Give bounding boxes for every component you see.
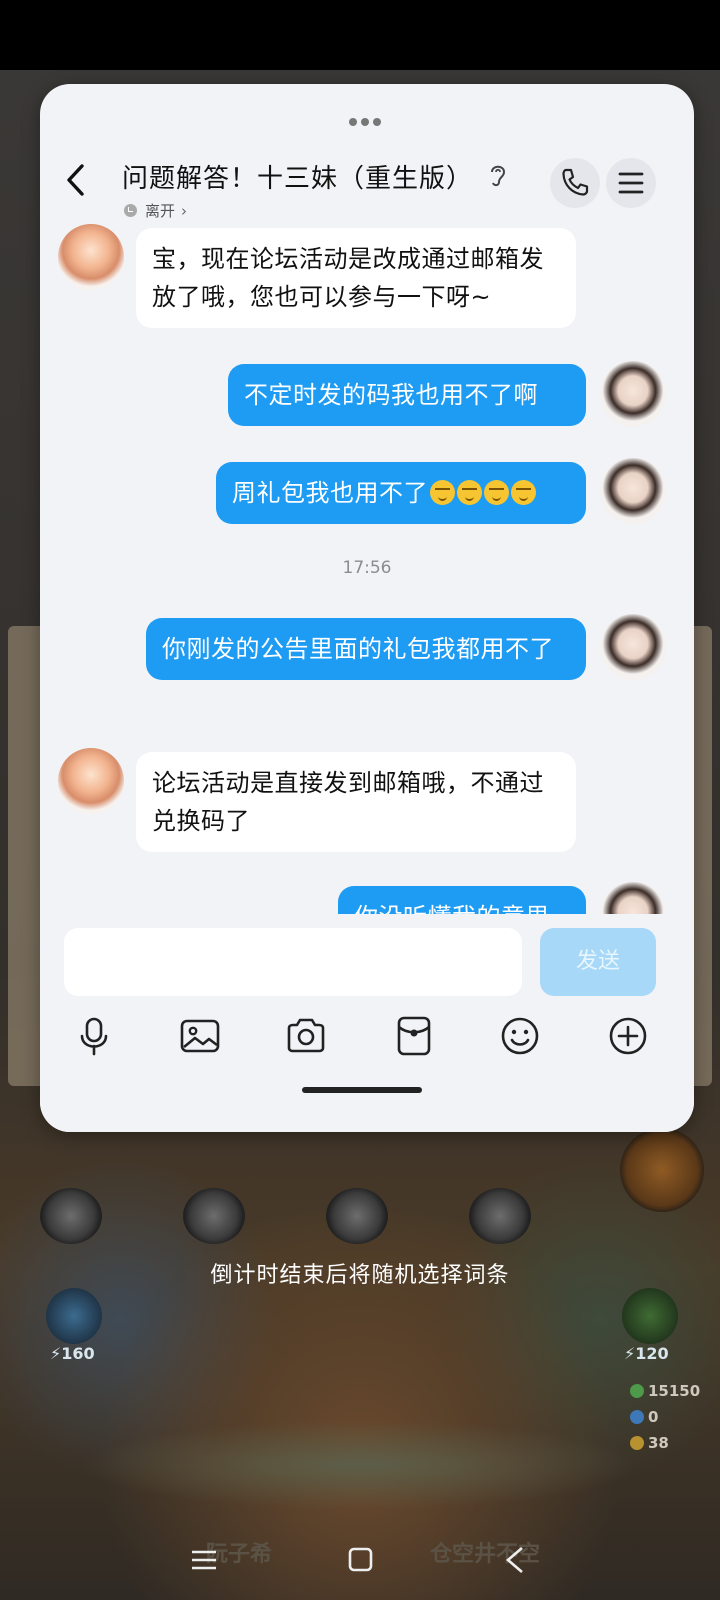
message-bubble-incoming[interactable]: 宝，现在论坛活动是改成通过邮箱发放了哦，您也可以参与一下呀~ bbox=[136, 228, 576, 328]
away-status-icon bbox=[124, 204, 137, 217]
chat-header: 问题解答！十三妹（重生版） 离开 › bbox=[40, 144, 694, 234]
message-list[interactable]: 宝，现在论坛活动是改成通过邮箱发放了哦，您也可以参与一下呀~ 不定时发的码我也用… bbox=[40, 224, 694, 914]
turret-slot[interactable] bbox=[326, 1188, 388, 1244]
message-bubble-incoming[interactable]: 论坛活动是直接发到邮箱哦，不通过兑换码了 bbox=[136, 752, 576, 852]
back-arrow-icon bbox=[506, 1547, 523, 1573]
gallery-button[interactable] bbox=[178, 1014, 222, 1058]
turret-slot[interactable] bbox=[40, 1188, 102, 1244]
chat-title: 问题解答！十三妹（重生版） bbox=[122, 164, 474, 194]
stat-value: 0 bbox=[648, 1408, 659, 1426]
plus-icon bbox=[609, 1017, 647, 1055]
hamburger-icon bbox=[618, 172, 644, 194]
message-timestamp: 17:56 bbox=[342, 558, 392, 578]
square-icon bbox=[348, 1547, 373, 1572]
chevron-left-icon bbox=[67, 164, 84, 196]
emoji-button[interactable] bbox=[498, 1014, 542, 1058]
phone-icon bbox=[562, 168, 589, 196]
recent-apps-button[interactable] bbox=[174, 1540, 234, 1580]
microphone-icon bbox=[80, 1017, 108, 1056]
call-button[interactable] bbox=[550, 158, 600, 208]
energy-right: ⚡120 bbox=[624, 1344, 669, 1363]
red-packet-icon bbox=[397, 1016, 431, 1056]
send-button[interactable]: 发送 bbox=[540, 928, 656, 996]
earpiece-mode-icon bbox=[486, 160, 510, 188]
voice-button[interactable] bbox=[72, 1014, 116, 1058]
countdown-text: 倒计时结束后将随机选择词条 bbox=[210, 1263, 510, 1288]
stat-gold: 15150 bbox=[630, 1382, 700, 1400]
sweat-emoji-icon bbox=[511, 480, 536, 505]
back-button[interactable] bbox=[56, 160, 96, 200]
hero-left[interactable] bbox=[46, 1288, 102, 1344]
emoji-icon bbox=[501, 1017, 539, 1055]
sweat-emoji-icon bbox=[457, 480, 482, 505]
my-avatar[interactable] bbox=[600, 458, 666, 524]
chat-window: 问题解答！十三妹（重生版） 离开 › 宝，现在论坛活动是改成通过邮箱发放了哦，您也… bbox=[40, 84, 694, 1132]
message-input[interactable] bbox=[64, 928, 522, 996]
window-home-indicator[interactable] bbox=[302, 1087, 422, 1093]
composer: 发送 bbox=[40, 914, 694, 1132]
message-bubble-outgoing[interactable]: 你没听懂我的意思 bbox=[338, 886, 586, 914]
chevron-right-icon: › bbox=[181, 202, 188, 220]
turret-slot[interactable] bbox=[469, 1188, 531, 1244]
game-arena bbox=[80, 1420, 640, 1510]
gem-icon bbox=[630, 1384, 644, 1398]
message-bubble-outgoing[interactable]: 不定时发的码我也用不了啊 bbox=[228, 364, 586, 426]
energy-left: ⚡160 bbox=[50, 1344, 95, 1363]
my-avatar[interactable] bbox=[600, 361, 666, 427]
camera-button[interactable] bbox=[284, 1014, 328, 1058]
game-skill-icon[interactable] bbox=[620, 1128, 704, 1212]
image-icon bbox=[180, 1019, 220, 1053]
message-bubble-outgoing[interactable]: 周礼包我也用不了 bbox=[216, 462, 586, 524]
presence-label: 离开 bbox=[145, 202, 176, 220]
energy-left-value: 160 bbox=[61, 1344, 95, 1363]
hero-right[interactable] bbox=[622, 1288, 678, 1344]
more-actions-button[interactable] bbox=[606, 1014, 650, 1058]
status-bar bbox=[0, 0, 720, 70]
red-packet-button[interactable] bbox=[392, 1014, 436, 1058]
home-button[interactable] bbox=[330, 1540, 390, 1580]
back-nav-button[interactable] bbox=[486, 1540, 546, 1580]
sweat-emoji-icon bbox=[484, 480, 509, 505]
menu-lines-icon bbox=[192, 1550, 216, 1570]
window-drag-handle[interactable] bbox=[347, 111, 387, 126]
message-text: 周礼包我也用不了 bbox=[232, 479, 428, 507]
my-avatar[interactable] bbox=[600, 882, 666, 914]
my-avatar[interactable] bbox=[600, 614, 666, 680]
stat-value: 15150 bbox=[648, 1382, 701, 1400]
energy-right-value: 120 bbox=[635, 1344, 669, 1363]
message-bubble-outgoing[interactable]: 你刚发的公告里面的礼包我都用不了 bbox=[146, 618, 586, 680]
sweat-emoji-icon bbox=[430, 480, 455, 505]
turret-slot[interactable] bbox=[183, 1188, 245, 1244]
stat-value: 38 bbox=[648, 1434, 669, 1452]
more-menu-button[interactable] bbox=[606, 158, 656, 208]
camera-icon bbox=[287, 1018, 325, 1053]
presence-status[interactable]: 离开 › bbox=[124, 200, 187, 221]
support-avatar[interactable] bbox=[58, 748, 124, 814]
support-avatar[interactable] bbox=[58, 224, 124, 290]
